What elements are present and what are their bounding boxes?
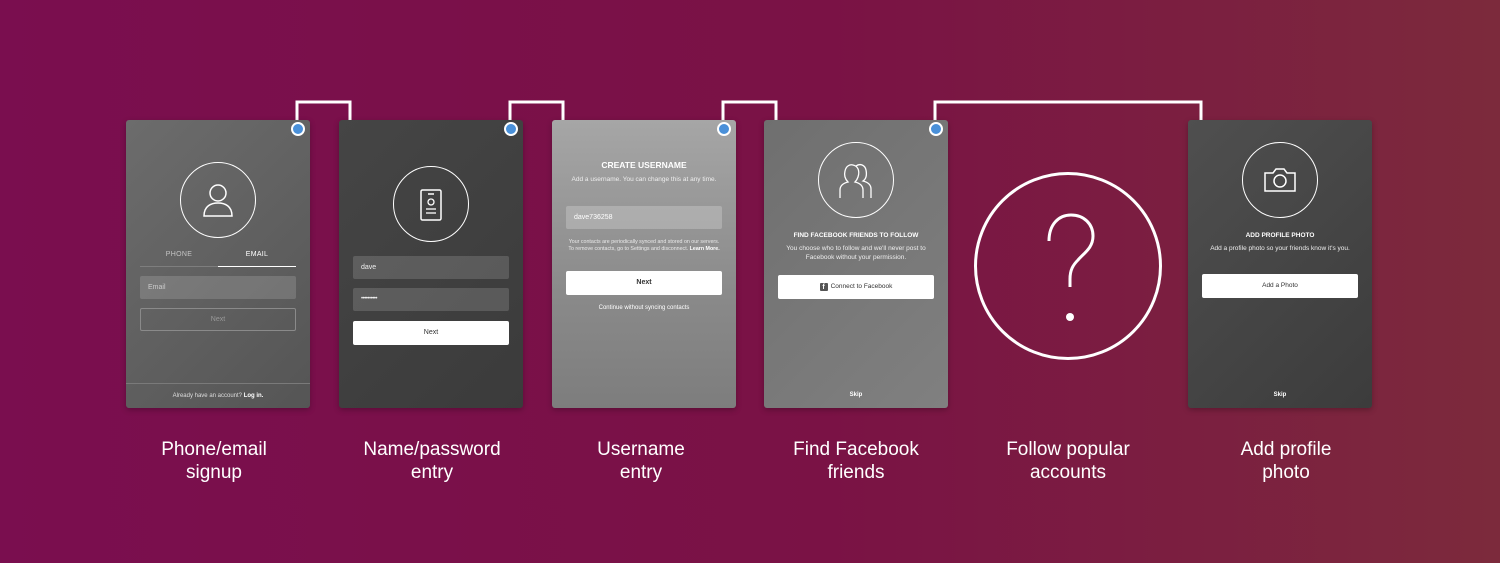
caption-phone-email-signup: Phone/email signup — [114, 438, 314, 484]
continue-without-syncing-link[interactable]: Continue without syncing contacts — [566, 304, 722, 312]
caption-line-2: signup — [186, 462, 242, 483]
name-field[interactable]: dave — [353, 256, 509, 279]
next-button[interactable]: Next — [140, 308, 296, 331]
caption-line-2: accounts — [1029, 462, 1107, 483]
caption-username-entry: Username entry — [541, 438, 741, 484]
username-description: Add a username. You can change this at a… — [571, 176, 717, 183]
tab-email[interactable]: EMAIL — [218, 249, 296, 267]
footer-text: Already have an account? — [172, 393, 243, 399]
caption-line-2: entry — [410, 462, 454, 483]
caption-line-1: Name/password — [363, 439, 501, 460]
password-field[interactable]: •••••••••• — [353, 288, 509, 311]
facebook-title: FIND FACEBOOK FRIENDS TO FOLLOW — [793, 232, 919, 239]
skip-link[interactable]: Skip — [1188, 392, 1372, 398]
profile-photo-description: Add a profile photo so your friends know… — [1210, 245, 1350, 252]
username-title: CREATE USERNAME — [601, 160, 687, 170]
facebook-description: You choose who to follow and we'll never… — [786, 245, 926, 262]
user-icon — [180, 162, 256, 238]
email-field[interactable]: Email — [140, 276, 296, 299]
skip-link[interactable]: Skip — [764, 392, 948, 398]
caption-name-password-entry: Name/password entry — [332, 438, 532, 484]
next-button[interactable]: Next — [566, 271, 722, 295]
sync-note: Your contacts are periodically synced an… — [566, 239, 722, 254]
caption-line-1: Username — [597, 439, 685, 460]
screen-add-profile-photo: ADD PROFILE PHOTO Add a profile photo so… — [1188, 120, 1372, 408]
caption-follow-popular-accounts: Follow popular accounts — [968, 438, 1168, 484]
connector-dot-1 — [291, 122, 305, 136]
id-badge-icon — [393, 166, 469, 242]
profile-photo-title: ADD PROFILE PHOTO — [1245, 232, 1315, 239]
caption-add-profile-photo: Add profile photo — [1186, 438, 1386, 484]
connect-facebook-button[interactable]: f Connect to Facebook — [778, 275, 934, 299]
tab-phone[interactable]: PHONE — [140, 249, 218, 267]
caption-line-1: Phone/email — [161, 439, 267, 460]
username-field[interactable]: dave736258 — [566, 206, 722, 229]
caption-line-2: photo — [1262, 462, 1310, 483]
caption-line-1: Find Facebook — [793, 439, 919, 460]
caption-find-facebook-friends: Find Facebook friends — [756, 438, 956, 484]
next-button[interactable]: Next — [353, 321, 509, 345]
login-link[interactable]: Log in. — [244, 393, 264, 399]
caption-line-1: Add profile — [1240, 439, 1332, 460]
screen-username: CREATE USERNAME Add a username. You can … — [552, 120, 736, 408]
question-mark-icon — [974, 172, 1162, 360]
screen-find-facebook-friends: FIND FACEBOOK FRIENDS TO FOLLOW You choo… — [764, 120, 948, 408]
connector-dot-3 — [717, 122, 731, 136]
connect-facebook-label: Connect to Facebook — [830, 283, 893, 290]
friends-icon — [818, 142, 894, 218]
login-footer: Already have an account? Log in. — [126, 383, 310, 408]
screen-name-password: dave •••••••••• Next — [339, 120, 523, 408]
caption-line-2: entry — [619, 462, 663, 483]
facebook-icon: f — [819, 283, 828, 291]
connector-dot-4 — [929, 122, 943, 136]
screen-phone-email-signup: PHONE EMAIL Email Next Already have an a… — [126, 120, 310, 408]
connector-4 — [933, 100, 1203, 128]
connector-dot-2 — [504, 122, 518, 136]
camera-icon — [1242, 142, 1318, 218]
caption-line-2: friends — [827, 462, 885, 483]
add-photo-button[interactable]: Add a Photo — [1202, 274, 1358, 298]
caption-line-1: Follow popular — [1006, 439, 1130, 460]
learn-more-link[interactable]: Learn More. — [690, 246, 720, 252]
